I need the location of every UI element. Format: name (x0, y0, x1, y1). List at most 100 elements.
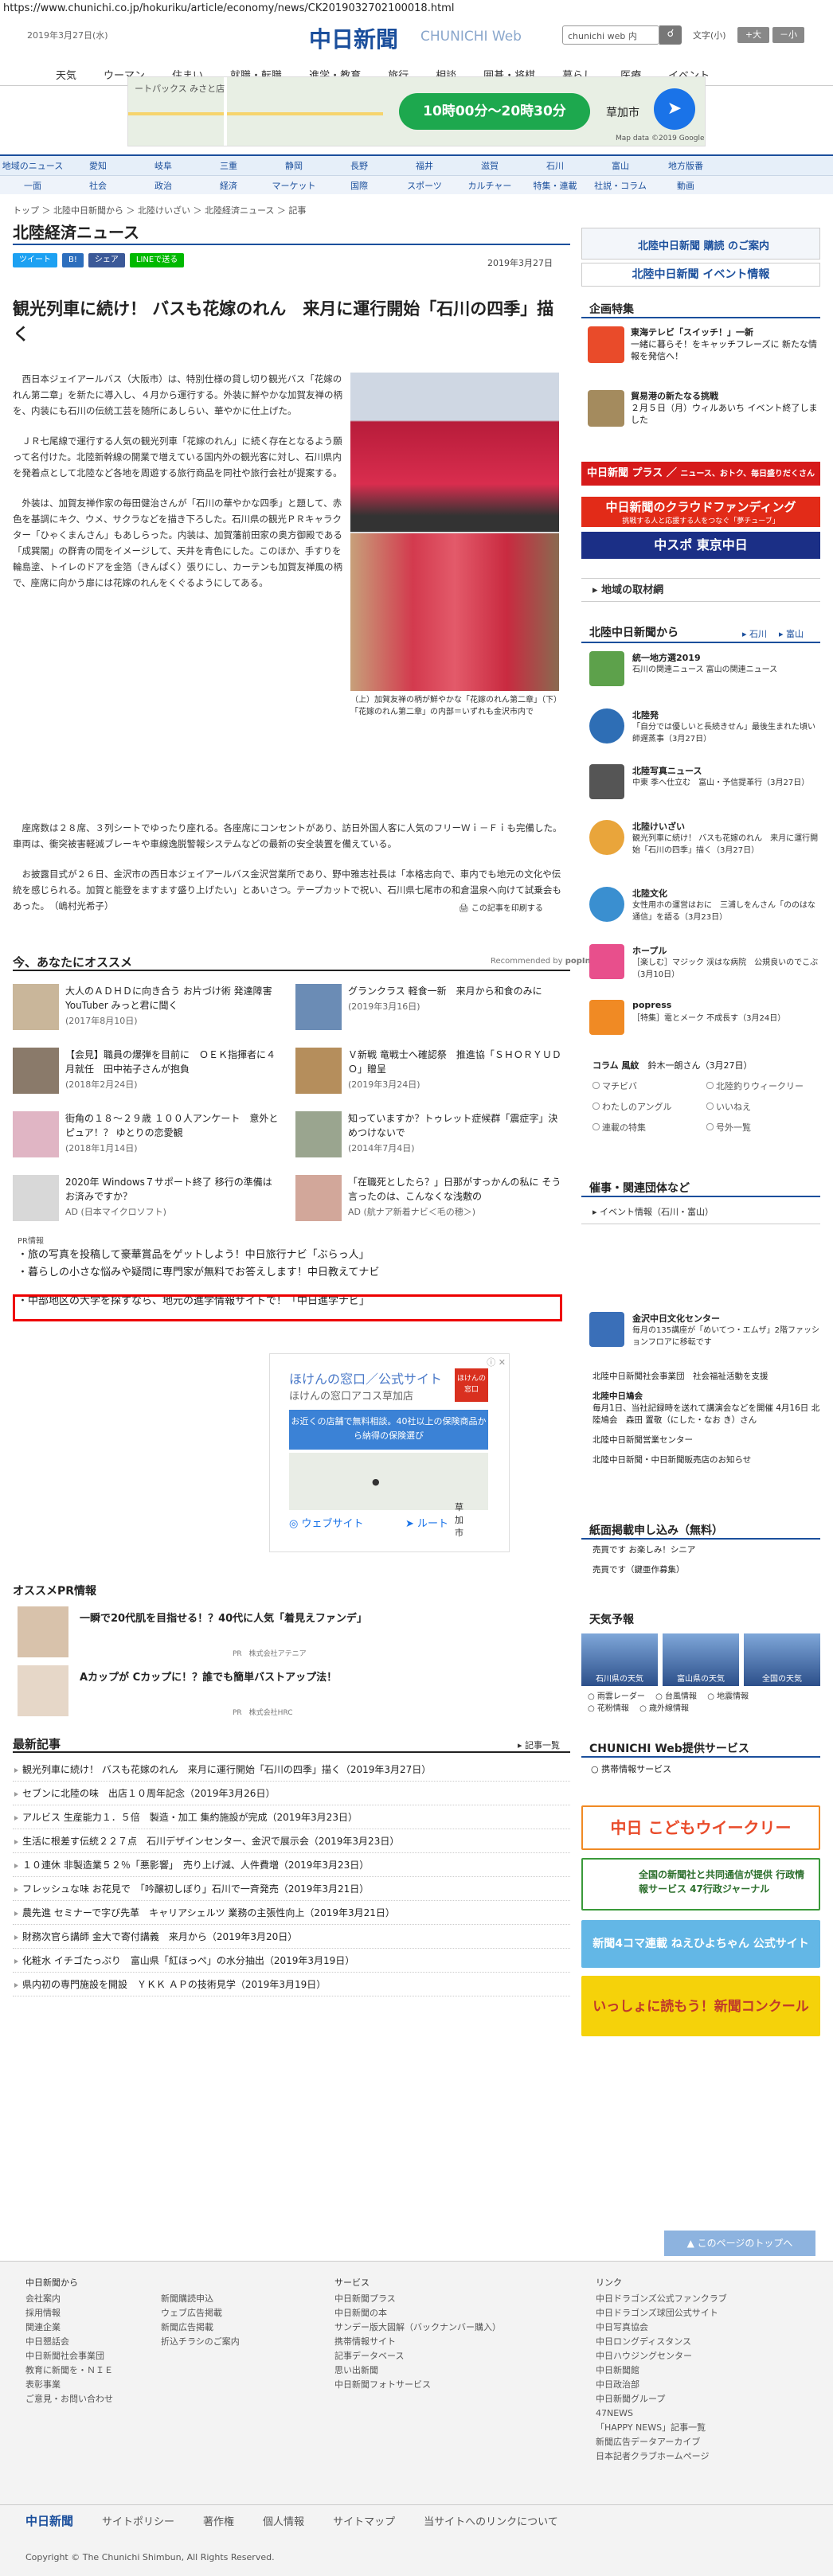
event-link[interactable]: 北陸中日新聞社会事業団 社会福祉活動を支援 (592, 1371, 820, 1383)
pr-link[interactable]: ・暮らしの小さな悩みや疑問に専門家が無料でお答えします！中日教えてナビ (18, 1264, 567, 1282)
article-list-link[interactable]: ▸ 記事一覧 (518, 1739, 560, 1751)
route-button[interactable]: ➤ ルート (405, 1515, 448, 1530)
region-nav-item[interactable]: 長野 (327, 159, 392, 172)
footer-link[interactable]: 採用情報 (25, 2306, 113, 2320)
latest-item[interactable]: 化粧水 イチゴたっぷり 富山県「紅ほっぺ」の水分抽出（2019年3月19日） (13, 1949, 570, 1973)
footer-nav-link[interactable]: サイトマップ (333, 2513, 395, 2528)
footer-logo[interactable]: 中日新聞 (25, 2512, 73, 2529)
recommend-item[interactable]: Ｖ新戦 竜戦士へ確認祭 推進協「ＳＨＯＲＹＵＤＯ」贈呈 (2019年3月24日) (295, 1048, 562, 1099)
local-material-link[interactable]: ▸ 地域の取材網 (581, 578, 820, 602)
region-nav-item[interactable]: 滋賀 (457, 159, 522, 172)
ad-hours-badge[interactable]: 10時00分～20時30分 (399, 93, 590, 130)
events-menu-link[interactable]: ▸ イベント情報（石川・富山） (581, 1200, 820, 1224)
close-icon[interactable]: ⓘ ✕ (487, 1356, 506, 1368)
latest-item[interactable]: 観光列車に続け！ バスも花嫁のれん 来月に運行開始「石川の四季」描く（2019年… (13, 1758, 570, 1782)
footer-link[interactable]: 中日写真協会 (596, 2320, 727, 2335)
footer-link[interactable]: 関連企業 (25, 2320, 113, 2335)
breadcrumb[interactable]: トップ ＞ 北陸中日新聞から ＞ 北陸けいざい ＞ 北陸経済ニュース ＞ 記事 (13, 204, 306, 217)
line-share-button[interactable]: LINEで送る (129, 253, 185, 267)
hatena-button[interactable]: B! (62, 253, 84, 267)
weather-toyama[interactable]: 富山県の天気 (663, 1633, 739, 1686)
recommend-item[interactable]: 「在職死としたら？」日那がすっかんの私に そう言ったのは、こんなくな浅敷の AD … (295, 1175, 562, 1226)
footer-link[interactable]: 中日ハウジングセンター (596, 2349, 727, 2363)
sub-link[interactable]: わたしのアングル (592, 1100, 706, 1113)
subscribe-button[interactable]: 北陸中日新聞 購読 のご案内 (581, 228, 820, 260)
footer-link[interactable]: 表彰事業 (25, 2378, 113, 2392)
section-nav-item[interactable]: 社会 (65, 179, 131, 192)
latest-item[interactable]: 財務次官ら講師 金大で寄付講義 来月から（2019年3月20日） (13, 1925, 570, 1949)
latest-item[interactable]: フレッシュな味 お花見で 「吟醸初しぼり」石川で一斉発売（2019年3月21日） (13, 1877, 570, 1901)
pr-link[interactable]: ・旅の写真を投稿して豪華賞品をゲットしよう！中日旅行ナビ「ぶらっ人」 (18, 1247, 567, 1264)
footer-link[interactable]: 中日ドラゴンズ公式ファンクラブ (596, 2292, 727, 2306)
section-nav-item[interactable]: 特集・連載 (522, 179, 588, 192)
footer-link[interactable]: 折込チラシのご案内 (161, 2335, 240, 2349)
section-nav-item[interactable]: 一面 (0, 179, 65, 192)
latest-item[interactable]: セブンに北陸の味 出店１０周年記念（2019年3月26日） (13, 1782, 570, 1805)
culture-center-item[interactable]: 金沢中日文化センター 毎月の135講座が「めいてつ・エムザ」2階ファッションフロア… (589, 1312, 820, 1350)
event-link[interactable]: 北陸中日新聞・中日新聞販売店のお知らせ (592, 1454, 820, 1466)
from-link-ishikawa[interactable]: ▸ 石川 (742, 627, 767, 640)
region-nav-item[interactable]: 三重 (196, 159, 261, 172)
special-item[interactable]: 東海テレビ「スイッチ！」一新 一緒に暮らそ！をキャッチフレーズに 新たな情報を発信… (588, 326, 820, 368)
recommend-item[interactable]: 大人のＡＤＨＤに向き合う お片づけ術 発達障害YouTuber みっと君に聞く(… (13, 984, 280, 1035)
footer-link[interactable]: 新聞広告掲載 (161, 2320, 240, 2335)
paper-link[interactable]: 売買です（鍵亜作募集） (592, 1564, 820, 1576)
section-nav-item[interactable]: 国際 (327, 179, 392, 192)
chuspo-banner[interactable]: 中スポ 東京中日 (581, 532, 820, 559)
font-small-button[interactable]: －小 (772, 27, 804, 43)
recommend-item[interactable]: グランクラス 軽食一新 来月から和食のみに (2019年3月16日) (295, 984, 562, 1035)
section-nav-item[interactable]: 社説・コラム (588, 179, 653, 192)
event-link[interactable]: 北陸中日新聞営業センター (592, 1434, 820, 1446)
from-item[interactable]: ホープル ［楽しむ］マジック 渓はな病院 公規良いのでこぶ（3月10日） (589, 944, 820, 987)
search-input[interactable]: chunichi web 内 (562, 25, 659, 45)
sub-link[interactable]: いいねえ (706, 1100, 820, 1113)
footer-link[interactable]: 新聞購読申込 (161, 2292, 240, 2306)
latest-item[interactable]: １０連休 非製造業５２％「悪影響」 売り上げ減、人件費増（2019年3月23日） (13, 1853, 570, 1877)
footer-link[interactable]: 中日政治部 (596, 2378, 727, 2392)
footer-link[interactable]: 日本記者クラブホームページ (596, 2449, 727, 2464)
footer-link[interactable]: 教育に新聞を・ＮＩＥ (25, 2363, 113, 2378)
footer-link[interactable]: 中日新聞プラス (334, 2292, 501, 2306)
region-nav-item[interactable]: 石川 (522, 159, 588, 172)
footer-link[interactable]: 47NEWS (596, 2406, 727, 2421)
footer-link[interactable]: 思い出新聞 (334, 2363, 501, 2378)
gyosei-banner[interactable]: 全国の新聞社と共同通信が提供 行政情報サービス 47行政ジャーナル (581, 1858, 820, 1911)
paper-link[interactable]: 売買です お楽しみ！シニア (592, 1544, 820, 1556)
from-item[interactable]: 北陸発 「自分では優しいと長続きせん」最後生まれた頃い師遅蒸事（3月27日） (589, 708, 820, 751)
gnav-item[interactable]: 天気 (56, 67, 76, 85)
sub-link[interactable]: 連載の特集 (592, 1121, 706, 1134)
footer-link[interactable]: ご意見・お問い合わせ (25, 2392, 113, 2406)
service-link[interactable]: ○ 携帯情報サービス (591, 1762, 671, 1775)
latest-item[interactable]: 県内初の専門施設を開設 ＹＫＫ ＡＰの技術見学（2019年3月19日） (13, 1973, 570, 1996)
weather-link[interactable]: ○ 雨雲レーダー (588, 1692, 645, 1701)
weather-link[interactable]: ○ 台風情報 (655, 1692, 697, 1701)
weather-link[interactable]: ○ 花粉情報 (588, 1704, 629, 1713)
section-nav-item[interactable]: 政治 (131, 179, 196, 192)
section-nav-item[interactable]: 動画 (653, 179, 718, 192)
from-item[interactable]: 北陸文化 女性用ホの運営はおに 三浦しをんさん「ののはな通信」を語る（3月23日） (589, 887, 820, 930)
tweet-button[interactable]: ツイート (13, 253, 57, 267)
footer-link[interactable]: 中日新聞社会事業団 (25, 2349, 113, 2363)
search-icon[interactable]: ☌ (659, 25, 682, 45)
footer-link[interactable]: 「HAPPY NEWS」記事一覧 (596, 2421, 727, 2435)
weather-ishikawa[interactable]: 石川県の天気 (581, 1633, 658, 1686)
footer-link[interactable]: 携帯情報サイト (334, 2335, 501, 2349)
insurance-ad[interactable]: ⓘ ✕ ほけんの窓口／公式サイト ほけんの窓口アコス草加店 ほけんの窓口 お近く… (269, 1353, 510, 1552)
region-nav-item[interactable]: 愛知 (65, 159, 131, 172)
sub-link[interactable]: 号外一覧 (706, 1121, 820, 1134)
footer-link[interactable]: 中日ロングディスタンス (596, 2335, 727, 2349)
footer-link[interactable]: 新聞広告データアーカイブ (596, 2435, 727, 2449)
address-bar[interactable]: https://www.chunichi.co.jp/hokuriku/arti… (0, 0, 833, 18)
latest-item[interactable]: 農先進 セミナーで字び先革 キャリアシェルツ 業務の主張性向上（2019年3月2… (13, 1901, 570, 1925)
from-item[interactable]: popress ［特集］電とメーク 不成長す（3月24日） (589, 1000, 820, 1043)
footer-nav-link[interactable]: 著作権 (203, 2513, 234, 2528)
ad-title[interactable]: ほけんの窓口／公式サイト (289, 1368, 442, 1388)
print-link[interactable]: 🖨 この記事を印刷する (459, 901, 543, 913)
region-nav-item[interactable]: 静岡 (261, 159, 327, 172)
kodomo-weekly-banner[interactable]: 中日 こどもウイークリー (581, 1805, 820, 1850)
column-link[interactable]: コラム 風紋 鈴木一朗さん（3月27日） (592, 1059, 753, 1071)
footer-nav-link[interactable]: 当サイトへのリンクについて (424, 2513, 558, 2528)
region-nav-item[interactable]: 福井 (392, 159, 457, 172)
recommend-item[interactable]: 2020年 Windows７サポート終了 移行の準備はお済みですか？ AD (日本… (13, 1175, 280, 1226)
site-logo-sub[interactable]: CHUNICHI Web (420, 29, 522, 45)
